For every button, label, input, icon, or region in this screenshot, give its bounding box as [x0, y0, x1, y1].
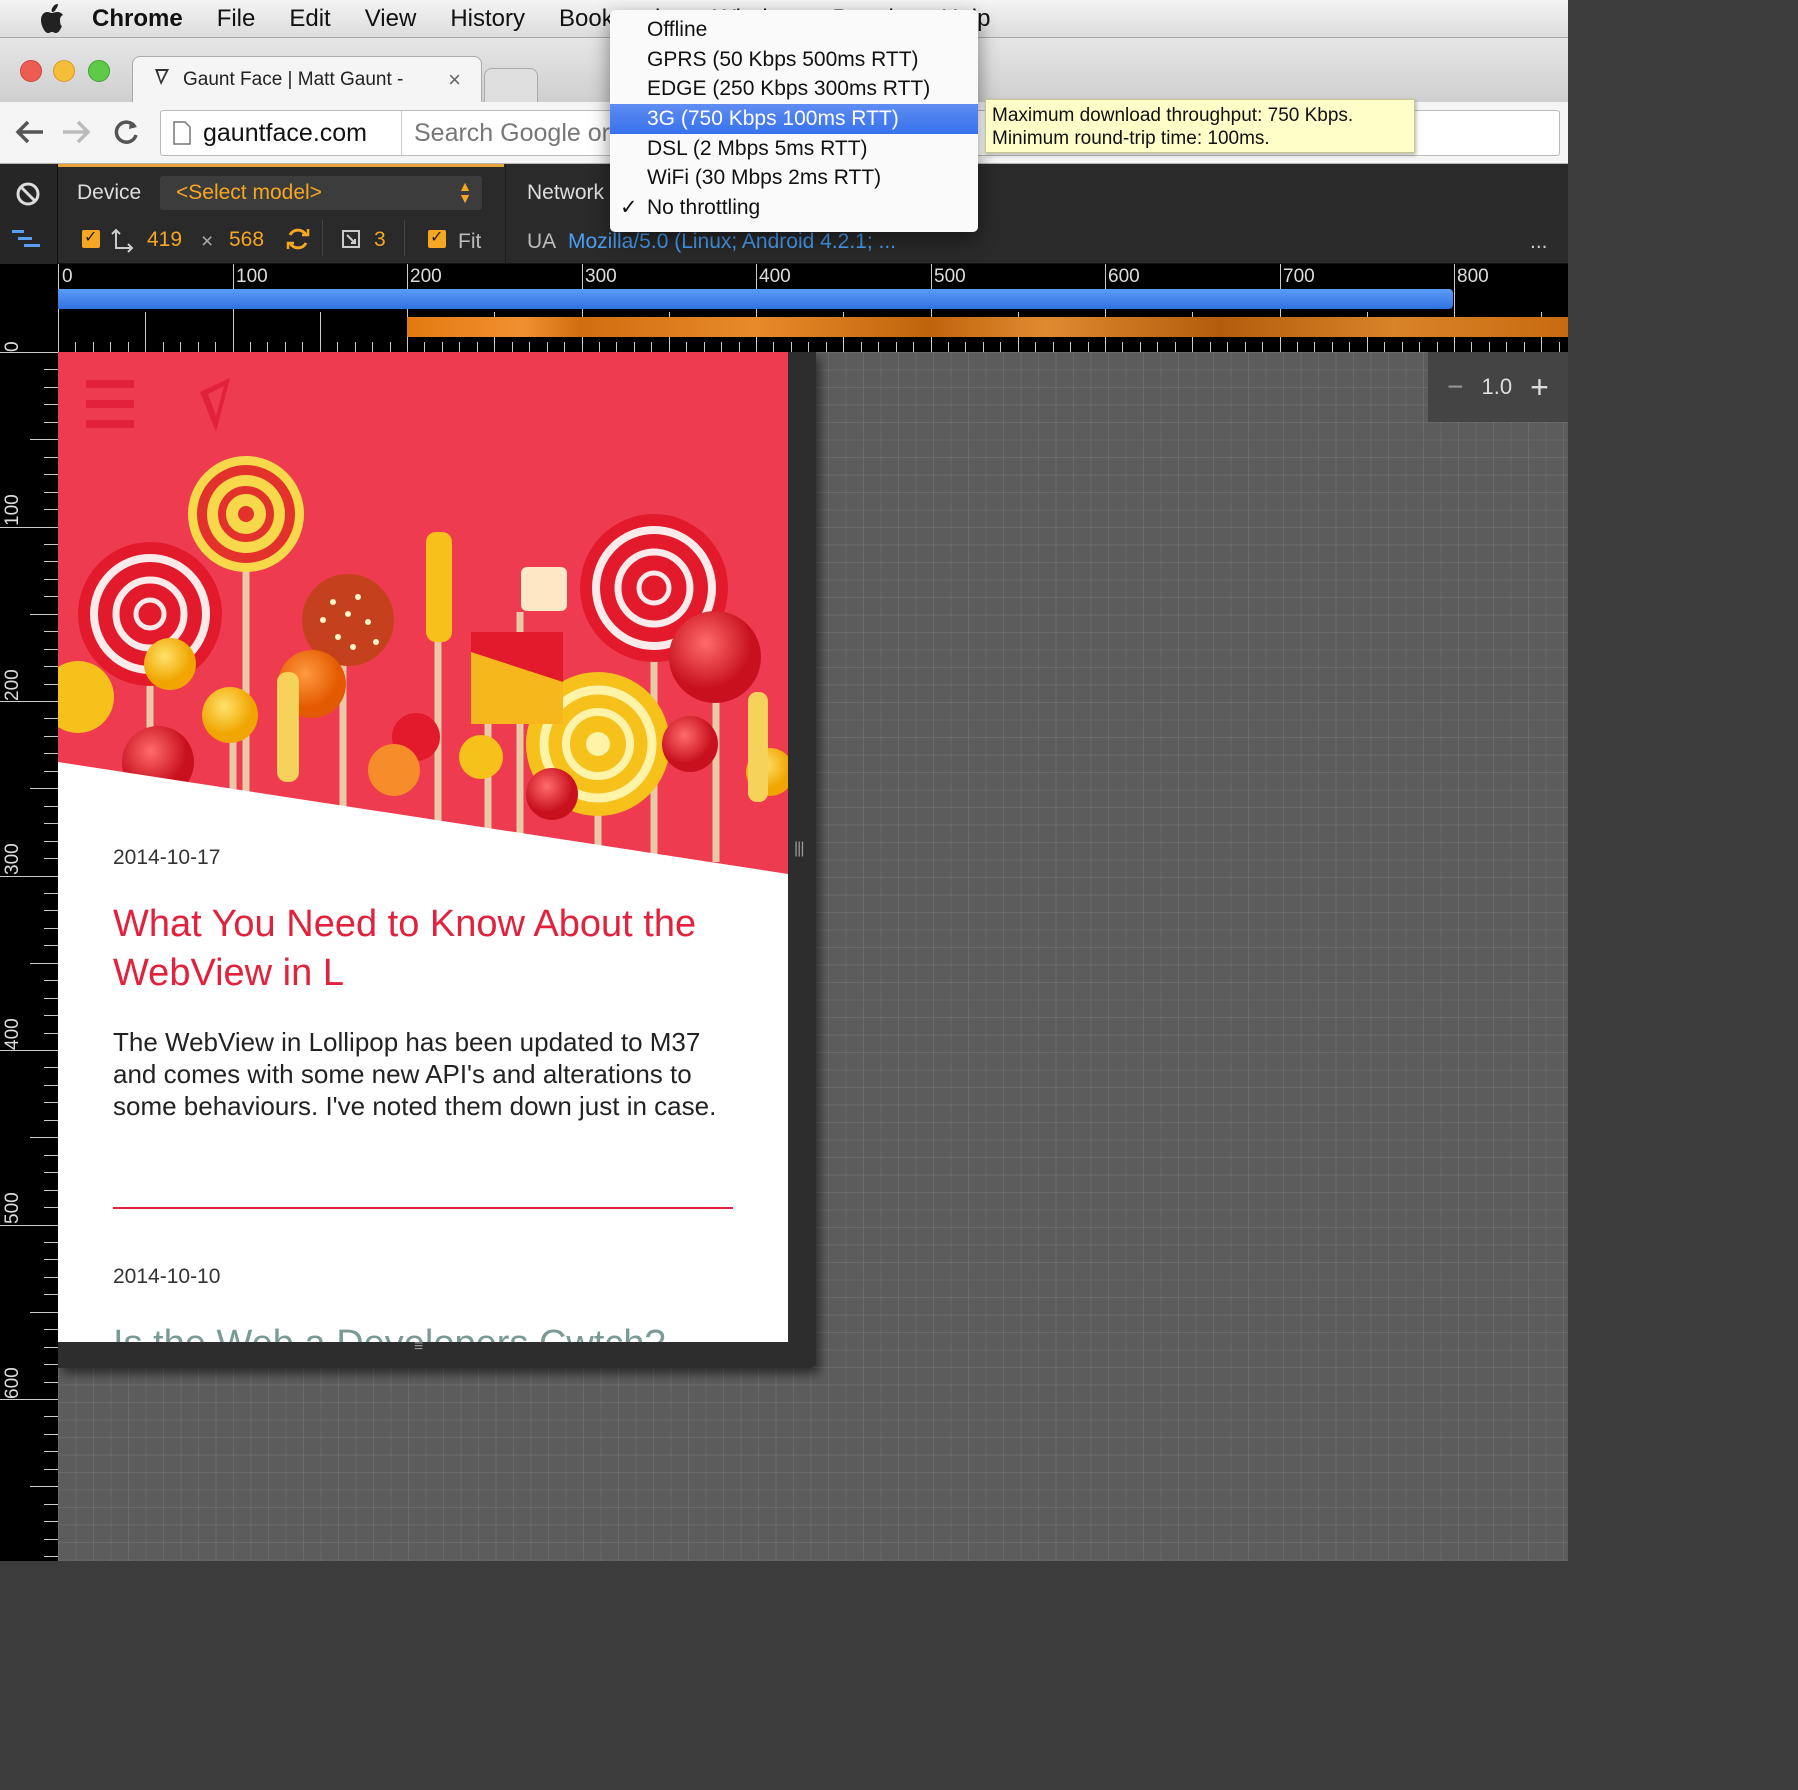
ruler-label: 700 — [1283, 266, 1315, 287]
minimize-window-button[interactable] — [53, 60, 75, 82]
resize-handle-right[interactable]: ||| — [794, 840, 805, 858]
swap-dimensions-icon[interactable] — [285, 226, 311, 257]
resize-handle-bottom[interactable]: ≡ — [414, 1339, 423, 1355]
network-option-no-throttling[interactable]: ✓ No throttling — [610, 193, 978, 223]
post-title-link[interactable]: Is the Web a Developers Cwtch? — [113, 1320, 733, 1342]
network-tooltip: Maximum download throughput: 750 Kbps. M… — [985, 99, 1415, 153]
network-option-edge[interactable]: EDGE (250 Kbps 300ms RTT) — [610, 74, 978, 104]
reload-icon[interactable] — [108, 114, 144, 150]
network-option-wifi[interactable]: WiFi (30 Mbps 2ms RTT) — [610, 163, 978, 193]
select-arrows-icon: ▲ ▼ — [458, 178, 472, 206]
ruler-label: 400 — [759, 266, 791, 287]
vertical-ruler: 0 100 200 300 400 500 600 — [0, 264, 58, 1561]
horizontal-ruler: 0 100 200 300 400 500 600 700 800 — [58, 264, 1568, 352]
zoom-value: 1.0 — [1481, 374, 1513, 399]
zoom-control: − 1.0 + — [1428, 352, 1568, 422]
separator — [404, 220, 405, 256]
option-label: 3G (750 Kbps 100ms RTT) — [647, 107, 899, 131]
width-input[interactable]: 419 — [147, 228, 182, 252]
resize-icon — [110, 228, 134, 259]
page-icon — [173, 121, 191, 150]
hero-image — [58, 352, 788, 882]
tooltip-line: Maximum download throughput: 750 Kbps. — [992, 105, 1354, 126]
media-query-bar-blue[interactable] — [58, 289, 1453, 309]
option-label: Offline — [647, 18, 708, 41]
option-label: No throttling — [647, 196, 761, 220]
ruler-label: 300 — [585, 266, 617, 287]
network-label: Network — [527, 181, 605, 204]
ruler-label: 500 — [934, 266, 966, 287]
close-window-button[interactable] — [20, 60, 42, 82]
ruler-label: 600 — [2, 1367, 23, 1399]
back-arrow-icon[interactable] — [12, 114, 48, 150]
new-tab-button[interactable] — [484, 68, 538, 102]
device-viewport[interactable]: 2014-10-17 What You Need to Know About t… — [58, 352, 788, 1342]
option-label: GPRS (50 Kbps 500ms RTT) — [647, 47, 919, 71]
device-model-value: <Select model> — [176, 181, 322, 204]
ruler-label: 100 — [2, 494, 23, 526]
times-sign: × — [201, 230, 214, 253]
post-excerpt: The WebView in Lollipop has been updated… — [113, 1027, 717, 1121]
menu-edit[interactable]: Edit — [289, 5, 330, 33]
favicon-icon — [153, 67, 171, 93]
ruler-label: 200 — [2, 669, 23, 701]
post-title-link[interactable]: What You Need to Know About the WebView … — [113, 900, 733, 998]
separator — [322, 220, 323, 256]
tab-title: Gaunt Face | Matt Gaunt - — [183, 68, 404, 90]
ruler-label: 400 — [2, 1018, 23, 1050]
forward-arrow-icon[interactable] — [58, 114, 94, 150]
post-date: 2014-10-17 — [113, 846, 221, 869]
zoom-in-button[interactable]: + — [1530, 369, 1549, 406]
diagonal-divider — [58, 762, 788, 882]
device-section: Device <Select model> ▲▼ 419 × 568 3 Fit — [58, 164, 506, 264]
user-agent-input[interactable]: Mozilla/5.0 (Linux; Android 4.2.1; ... — [568, 230, 896, 254]
ruler-label: 600 — [1108, 266, 1140, 287]
ruler-label: 200 — [410, 266, 442, 287]
ua-label: UA — [527, 230, 557, 253]
url-text[interactable]: gauntface.com — [203, 119, 367, 148]
ruler-label: 800 — [1457, 266, 1489, 287]
zoom-window-button[interactable] — [88, 60, 110, 82]
zoom-out-button[interactable]: − — [1447, 371, 1463, 403]
fit-label: Fit — [458, 230, 482, 253]
ruler-label: 0 — [62, 266, 73, 287]
emulation-side-panel — [0, 164, 58, 264]
network-option-gprs[interactable]: GPRS (50 Kbps 500ms RTT) — [610, 45, 978, 75]
fit-checkbox[interactable] — [428, 227, 446, 248]
more-options-icon[interactable]: ... — [1530, 230, 1548, 254]
dpr-input[interactable]: 3 — [374, 228, 386, 252]
post-divider — [113, 1207, 733, 1209]
post-date: 2014-10-10 — [113, 1265, 221, 1288]
network-option-dsl[interactable]: DSL (2 Mbps 5ms RTT) — [610, 134, 978, 164]
ruler-label: 300 — [2, 843, 23, 875]
media-query-bar-orange[interactable] — [407, 317, 1568, 337]
network-throttling-menu: Offline GPRS (50 Kbps 500ms RTT) EDGE (2… — [610, 10, 978, 232]
media-queries-icon[interactable] — [12, 230, 42, 257]
menu-chrome[interactable]: Chrome — [92, 5, 183, 33]
ruler-label: 100 — [236, 266, 268, 287]
device-label: Device — [77, 181, 142, 204]
device-model-select[interactable]: <Select model> ▲ ▼ — [160, 176, 482, 210]
ruler-label: 0 — [2, 341, 23, 352]
tooltip-line: Minimum round-trip time: 100ms. — [992, 128, 1270, 149]
tab-close-icon[interactable]: × — [448, 67, 461, 93]
option-label: WiFi (30 Mbps 2ms RTT) — [647, 166, 882, 190]
menu-history[interactable]: History — [450, 5, 525, 33]
network-option-offline[interactable]: Offline — [610, 15, 978, 45]
ruler-label: 500 — [2, 1192, 23, 1224]
resolution-checkbox[interactable] — [82, 227, 100, 248]
height-input[interactable]: 568 — [229, 228, 264, 252]
checkmark-icon: ✓ — [620, 196, 638, 220]
apple-icon[interactable] — [32, 3, 72, 34]
menu-view[interactable]: View — [365, 5, 417, 33]
network-option-3g[interactable]: 3G (750 Kbps 100ms RTT) — [610, 104, 978, 134]
option-label: DSL (2 Mbps 5ms RTT) — [647, 136, 868, 160]
device-pixel-ratio-icon — [342, 230, 360, 253]
menu-file[interactable]: File — [217, 5, 256, 33]
tab-active[interactable]: Gaunt Face | Matt Gaunt - × — [132, 56, 482, 102]
disable-emulation-icon[interactable] — [15, 181, 41, 212]
option-label: EDGE (250 Kbps 300ms RTT) — [647, 77, 931, 101]
